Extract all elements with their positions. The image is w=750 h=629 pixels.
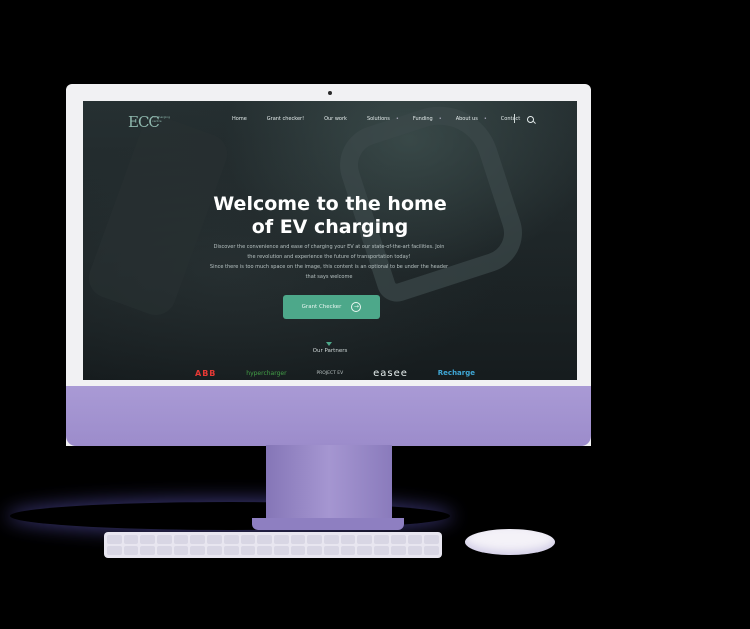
- nav-link-contact[interactable]: Contact: [501, 116, 520, 122]
- chevron-down-icon: [326, 342, 332, 346]
- partner-logo-recharge: Recharge: [437, 369, 475, 377]
- nav-link-solutions[interactable]: Solutions: [367, 116, 390, 122]
- nav-divider: [514, 114, 515, 123]
- partner-logo-hypercharger: hypercharger: [246, 369, 287, 377]
- partner-logo-easee: easee: [373, 367, 408, 379]
- monitor-base: [252, 518, 404, 530]
- hero-text-line-4: that says welcome: [305, 274, 353, 280]
- nav-link-our-work[interactable]: Our work: [324, 116, 347, 122]
- hero-title-line-2: of EV charging: [251, 216, 409, 238]
- mouse: [465, 529, 555, 555]
- grant-checker-button-label: Grant Checker: [301, 304, 342, 310]
- nav-links: Home Grant checker! Our work Solutions •…: [232, 116, 540, 122]
- camera-icon: [328, 91, 332, 95]
- keyboard: [104, 532, 442, 558]
- hero-text-line-2: the revolution and experience the future…: [247, 254, 411, 260]
- nav-link-funding[interactable]: Funding: [413, 116, 433, 122]
- monitor-chin: [66, 386, 591, 446]
- grant-checker-button[interactable]: Grant Checker →: [283, 295, 380, 319]
- partner-logo-project-ev: PROJECT EV: [316, 370, 344, 376]
- partner-logo-abb: ABB: [195, 368, 217, 378]
- dropdown-dot-icon: •: [438, 116, 442, 122]
- partner-logos: ABB hypercharger PROJECT EV easee Rechar…: [195, 366, 475, 380]
- partners-title: Our Partners: [312, 348, 348, 354]
- hero-text-line-1: Discover the convenience and ease of cha…: [213, 244, 445, 250]
- website-screen: ECC EV charging centre Home Grant checke…: [83, 101, 577, 380]
- top-navigation: ECC EV charging centre Home Grant checke…: [83, 101, 577, 137]
- nav-link-grant-checker[interactable]: Grant checker!: [267, 116, 304, 122]
- hero-text-line-3: Since there is too much space on the ima…: [209, 264, 449, 270]
- hero-title: Welcome to the home of EV charging: [83, 193, 577, 239]
- arrow-right-circle-icon: →: [351, 302, 362, 312]
- nav-link-about-us[interactable]: About us: [456, 116, 478, 122]
- hero-description: Discover the convenience and ease of cha…: [179, 242, 479, 282]
- site-logo-tagline: EV charging centre: [152, 115, 171, 123]
- monitor-stand: [266, 445, 392, 525]
- dropdown-dot-icon: •: [395, 116, 399, 122]
- hero-title-line-1: Welcome to the home: [213, 193, 447, 215]
- dropdown-dot-icon: •: [483, 116, 487, 122]
- search-icon[interactable]: [527, 116, 534, 123]
- nav-link-home[interactable]: Home: [232, 116, 247, 122]
